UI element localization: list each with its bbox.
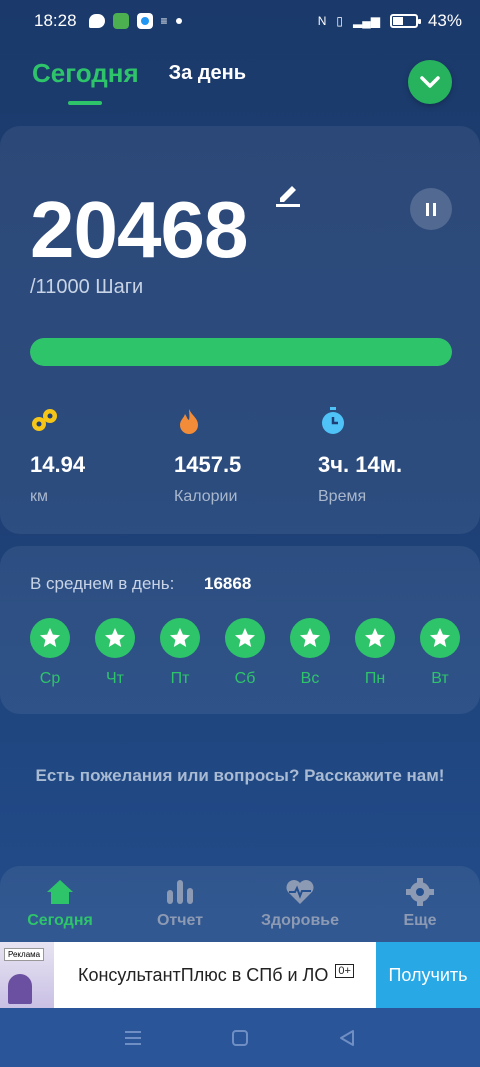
top-tabs: Сегодня За день	[32, 58, 246, 105]
steps-card: 20468 /11000 Шаги 14.94 км 1457.5 Калори…	[0, 126, 480, 534]
status-right: N ▯ ▂▄▆ 43%	[318, 11, 462, 31]
equals-notification-icon: ≡	[160, 14, 168, 28]
menu-icon[interactable]	[123, 1029, 143, 1047]
average-label: В среднем в день:	[30, 574, 175, 593]
app-notification-icon	[112, 13, 129, 29]
timer-icon	[322, 407, 344, 434]
steps-progress-bar	[30, 338, 452, 366]
edit-icon[interactable]	[274, 180, 302, 208]
day-item[interactable]: Вт	[420, 618, 460, 688]
day-label: Вс	[300, 670, 320, 687]
day-label: Чт	[106, 670, 124, 687]
day-label: Пт	[170, 670, 190, 687]
dropdown-button[interactable]	[408, 60, 452, 104]
distance-value: 14.94	[30, 452, 86, 477]
chat-notification-icon	[88, 14, 105, 28]
distance-label: км	[30, 488, 48, 505]
star-icon	[160, 618, 200, 658]
nav-today-label: Сегодня	[27, 912, 93, 929]
calories-value: 1457.5	[174, 452, 242, 477]
nav-report-label: Отчет	[156, 912, 204, 929]
flame-icon	[180, 409, 198, 434]
nav-health-label: Здоровье	[260, 912, 340, 929]
stat-calories: 1457.5 Калории	[174, 406, 241, 505]
steps-progress-fill	[30, 338, 452, 366]
battery-icon	[389, 14, 421, 28]
pause-icon-bar	[433, 202, 436, 216]
distance-icon	[32, 409, 57, 431]
home-icon	[47, 880, 73, 904]
star-icon	[95, 618, 135, 658]
tab-today[interactable]: Сегодня	[32, 58, 139, 105]
day-label: Ср	[39, 670, 61, 687]
tab-day[interactable]: За день	[169, 62, 246, 105]
home-square-icon[interactable]	[230, 1028, 250, 1048]
time-value: 3ч. 14м.	[318, 452, 403, 477]
star-icon	[420, 618, 460, 658]
chevron-down-icon	[420, 76, 440, 88]
app-notification-icon-2	[136, 13, 153, 29]
bar-chart-icon	[167, 880, 193, 904]
nav-health[interactable]: Здоровье	[240, 866, 360, 946]
nav-more[interactable]: Еще	[360, 866, 480, 946]
feedback-link[interactable]: Есть пожелания или вопросы? Расскажите н…	[30, 764, 450, 788]
day-item[interactable]: Ср	[30, 618, 70, 688]
nav-today[interactable]: Сегодня	[0, 866, 120, 946]
nfc-icon: N	[317, 14, 327, 28]
ad-cta-button[interactable]: Получить	[376, 942, 480, 1008]
star-icon	[30, 618, 70, 658]
bottom-nav: Сегодня Отчет Здоровье Еще	[0, 866, 480, 946]
pause-icon	[426, 202, 429, 216]
ad-banner[interactable]: Реклама КонсультантПлюс в СПб и ЛО 0+ По…	[0, 942, 480, 1008]
heart-pulse-icon	[286, 880, 314, 904]
more-notifications-icon	[175, 18, 182, 24]
steps-count: 20468	[30, 185, 248, 274]
battery-percent: 43%	[427, 11, 462, 30]
stat-time: 3ч. 14м. Время	[318, 406, 402, 505]
pause-button[interactable]	[410, 188, 452, 230]
star-icon	[355, 618, 395, 658]
day-label: Пн	[364, 670, 386, 687]
star-icon	[225, 618, 265, 658]
status-bar: 18:28 ≡ N ▯ ▂▄▆ 43%	[0, 0, 480, 42]
nav-report[interactable]: Отчет	[120, 866, 240, 946]
day-item[interactable]: Пт	[160, 618, 200, 688]
day-label: Вт	[431, 670, 449, 687]
day-item[interactable]: Сб	[225, 618, 265, 688]
day-item[interactable]: Пн	[355, 618, 395, 688]
steps-goal: /11000 Шаги	[30, 276, 144, 298]
system-nav-bar	[0, 1008, 480, 1067]
ad-person-image	[8, 974, 32, 1004]
ad-badge: Реклама	[4, 948, 45, 961]
ad-text[interactable]: КонсультантПлюс в СПб и ЛО 0+	[78, 963, 376, 986]
signal-icon: ▂▄▆	[353, 14, 380, 28]
ad-image: Реклама	[0, 942, 54, 1008]
ad-age-rating: 0+	[335, 963, 354, 978]
day-item[interactable]: Чт	[95, 618, 135, 688]
day-item[interactable]: Вс	[290, 618, 330, 688]
week-card: В среднем в день: 16868 Ср Чт Пт Сб Вс Пн Вт	[0, 546, 480, 714]
nav-more-label: Еще	[403, 912, 437, 929]
stat-distance: 14.94 км	[30, 406, 85, 505]
status-time: 18:28	[34, 11, 77, 30]
day-label: Сб	[234, 670, 256, 687]
gear-icon	[406, 878, 434, 906]
calories-label: Калории	[174, 488, 238, 505]
star-icon	[290, 618, 330, 658]
average-value: 16868	[204, 574, 252, 593]
ad-title: КонсультантПлюс в СПб и ЛО	[78, 964, 329, 985]
back-icon[interactable]	[337, 1028, 357, 1048]
vibrate-icon: ▯	[336, 14, 343, 28]
time-label: Время	[318, 488, 367, 505]
